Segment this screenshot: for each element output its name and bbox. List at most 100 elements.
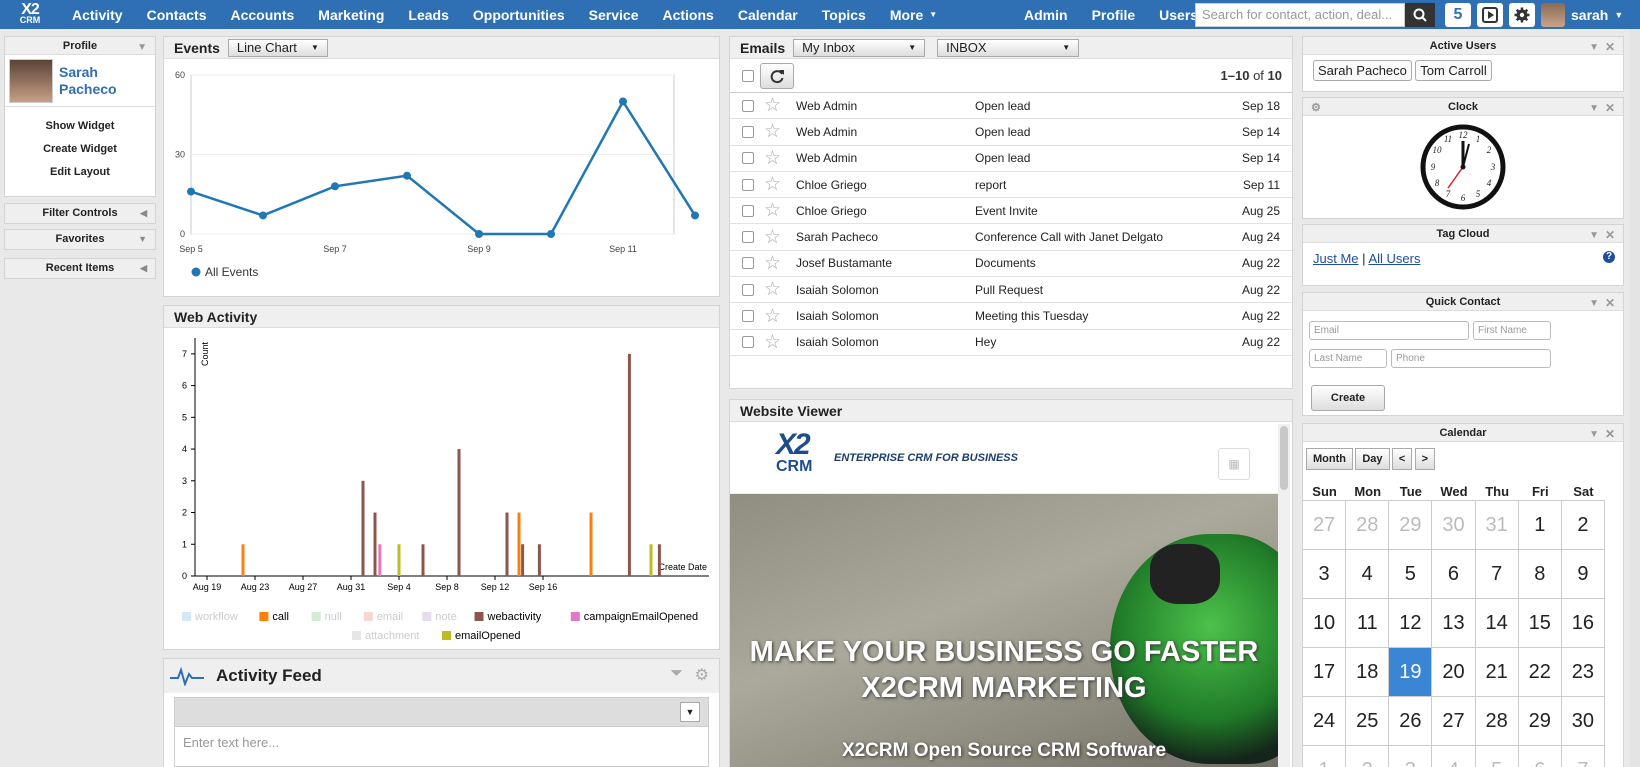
gear-icon[interactable]: ⚙ <box>1311 99 1321 117</box>
gear-icon[interactable]: ⚙ <box>695 665 709 685</box>
website-scrollbar[interactable] <box>1278 424 1290 767</box>
all-users-link[interactable]: All Users <box>1368 251 1420 266</box>
nav-admin[interactable]: Admin <box>1012 0 1080 29</box>
calendar-day[interactable]: 4 <box>1346 550 1390 599</box>
nav-accounts[interactable]: Accounts <box>218 0 306 29</box>
calendar-day[interactable]: 24 <box>1303 697 1347 746</box>
media-button[interactable] <box>1477 2 1503 27</box>
calendar-day[interactable]: 30 <box>1561 697 1605 746</box>
calendar-day[interactable]: 30 <box>1432 501 1476 550</box>
nav-activity[interactable]: Activity <box>60 0 135 29</box>
show-widget-link[interactable]: Show Widget <box>5 115 155 138</box>
chart-type-select[interactable]: Line Chart ▼ <box>227 38 328 57</box>
calendar-day[interactable]: 23 <box>1561 648 1605 697</box>
calendar-day[interactable]: 29 <box>1389 501 1433 550</box>
email-row[interactable]: ☆ Web Admin Open lead Sep 14 <box>730 119 1292 146</box>
star-icon[interactable]: ☆ <box>764 149 784 168</box>
calendar-day[interactable]: 18 <box>1346 648 1390 697</box>
collapse-icon[interactable]: ▼ <box>1589 39 1599 57</box>
close-icon[interactable]: ✕ <box>1605 38 1615 56</box>
calendar-day[interactable]: 7 <box>1475 550 1519 599</box>
filter-icon[interactable]: ⏷ <box>670 665 683 683</box>
page-scrollbar[interactable] <box>1630 29 1640 767</box>
month-view-button[interactable]: Month <box>1306 448 1353 470</box>
calendar-day[interactable]: 6 <box>1432 550 1476 599</box>
email-row[interactable]: ☆ Chloe Griego Event Invite Aug 25 <box>730 198 1292 225</box>
search-button[interactable] <box>1405 2 1435 27</box>
recent-items-section[interactable]: Recent Items ◀ <box>4 258 156 279</box>
email-row[interactable]: ☆ Isaiah Solomon Meeting this Tuesday Aug 2… <box>730 303 1292 330</box>
star-icon[interactable]: ☆ <box>764 307 784 326</box>
calendar-day[interactable]: 21 <box>1475 648 1519 697</box>
website-frame[interactable]: X2 CRM ENTERPRISE CRM FOR BUSINESS ▦ MAK… <box>730 424 1278 767</box>
star-icon[interactable]: ☆ <box>764 122 784 141</box>
email-checkbox[interactable] <box>742 257 754 270</box>
nav-leads[interactable]: Leads <box>396 0 460 29</box>
email-row[interactable]: ☆ Isaiah Solomon Pull Request Aug 22 <box>730 277 1292 304</box>
email-checkbox[interactable] <box>742 231 754 244</box>
feed-dropdown-button[interactable]: ▼ <box>680 702 700 722</box>
close-icon[interactable]: ✕ <box>1605 425 1615 443</box>
refresh-button[interactable] <box>760 62 794 89</box>
calendar-day[interactable]: 26 <box>1389 697 1433 746</box>
edit-layout-link[interactable]: Edit Layout <box>5 161 155 184</box>
calendar-day[interactable]: 15 <box>1518 599 1562 648</box>
email-row[interactable]: ☆ Isaiah Solomon Hey Aug 22 <box>730 330 1292 356</box>
calendar-day[interactable]: 28 <box>1346 501 1390 550</box>
calendar-day[interactable]: 1 <box>1303 746 1347 767</box>
calendar-day[interactable]: 3 <box>1389 746 1433 767</box>
star-icon[interactable]: ☆ <box>764 254 784 273</box>
create-contact-button[interactable]: Create <box>1311 385 1385 411</box>
nav-contacts[interactable]: Contacts <box>135 0 219 29</box>
nav-service[interactable]: Service <box>577 0 651 29</box>
email-field[interactable]: Email <box>1309 321 1469 340</box>
calendar-day[interactable]: 2 <box>1346 746 1390 767</box>
calendar-day[interactable]: 7 <box>1562 746 1605 767</box>
collapse-icon[interactable]: ▼ <box>1589 295 1599 313</box>
calendar-day[interactable]: 10 <box>1303 599 1347 648</box>
email-checkbox[interactable] <box>742 152 754 165</box>
inbox-select[interactable]: My Inbox ▼ <box>793 38 926 57</box>
next-button[interactable]: > <box>1414 448 1436 470</box>
nav-more[interactable]: More ▼ <box>878 0 949 29</box>
calendar-day[interactable]: 9 <box>1561 550 1605 599</box>
collapse-icon[interactable]: ▼ <box>137 39 147 57</box>
nav-profile[interactable]: Profile <box>1080 0 1148 29</box>
x2crm-logo[interactable]: X2 CRM <box>0 0 60 29</box>
user-avatar[interactable] <box>1541 2 1565 27</box>
search-input[interactable]: Search for contact, action, deal... <box>1195 2 1405 27</box>
profile-name[interactable]: Sarah Pacheco <box>59 64 139 98</box>
calendar-day[interactable]: 5 <box>1476 746 1519 767</box>
calendar-day[interactable]: 28 <box>1475 697 1519 746</box>
email-checkbox[interactable] <box>742 99 754 112</box>
calendar-day[interactable]: 3 <box>1303 550 1347 599</box>
scrollbar-thumb[interactable] <box>1280 426 1288 490</box>
feed-text-input[interactable]: Enter text here... <box>174 727 709 767</box>
calendar-day[interactable]: 27 <box>1432 697 1476 746</box>
star-icon[interactable]: ☆ <box>764 333 784 352</box>
calendar-day[interactable]: 25 <box>1346 697 1390 746</box>
notifications-button[interactable]: 5 <box>1445 2 1471 27</box>
star-icon[interactable]: ☆ <box>764 228 784 247</box>
calendar-day[interactable]: 29 <box>1518 697 1562 746</box>
calendar-day[interactable]: 31 <box>1475 501 1519 550</box>
create-widget-link[interactable]: Create Widget <box>5 138 155 161</box>
star-icon[interactable]: ☆ <box>764 96 784 115</box>
folder-select[interactable]: INBOX ▼ <box>937 38 1080 57</box>
calendar-day[interactable]: 1 <box>1518 501 1562 550</box>
settings-button[interactable] <box>1509 2 1535 27</box>
filter-controls-section[interactable]: Filter Controls ◀ <box>4 203 156 224</box>
calendar-day[interactable]: 5 <box>1389 550 1433 599</box>
calendar-day[interactable]: 14 <box>1475 599 1519 648</box>
calendar-day[interactable]: 27 <box>1303 501 1347 550</box>
calendar-day-today[interactable]: 19 <box>1389 648 1433 697</box>
email-checkbox[interactable] <box>742 125 754 138</box>
calendar-day[interactable]: 20 <box>1432 648 1476 697</box>
calendar-day[interactable]: 4 <box>1432 746 1476 767</box>
email-checkbox[interactable] <box>742 204 754 217</box>
email-checkbox[interactable] <box>742 178 754 191</box>
just-me-link[interactable]: Just Me <box>1313 251 1359 266</box>
calendar-day[interactable]: 13 <box>1432 599 1476 648</box>
calendar-day[interactable]: 17 <box>1303 648 1347 697</box>
calendar-day[interactable]: 16 <box>1561 599 1605 648</box>
